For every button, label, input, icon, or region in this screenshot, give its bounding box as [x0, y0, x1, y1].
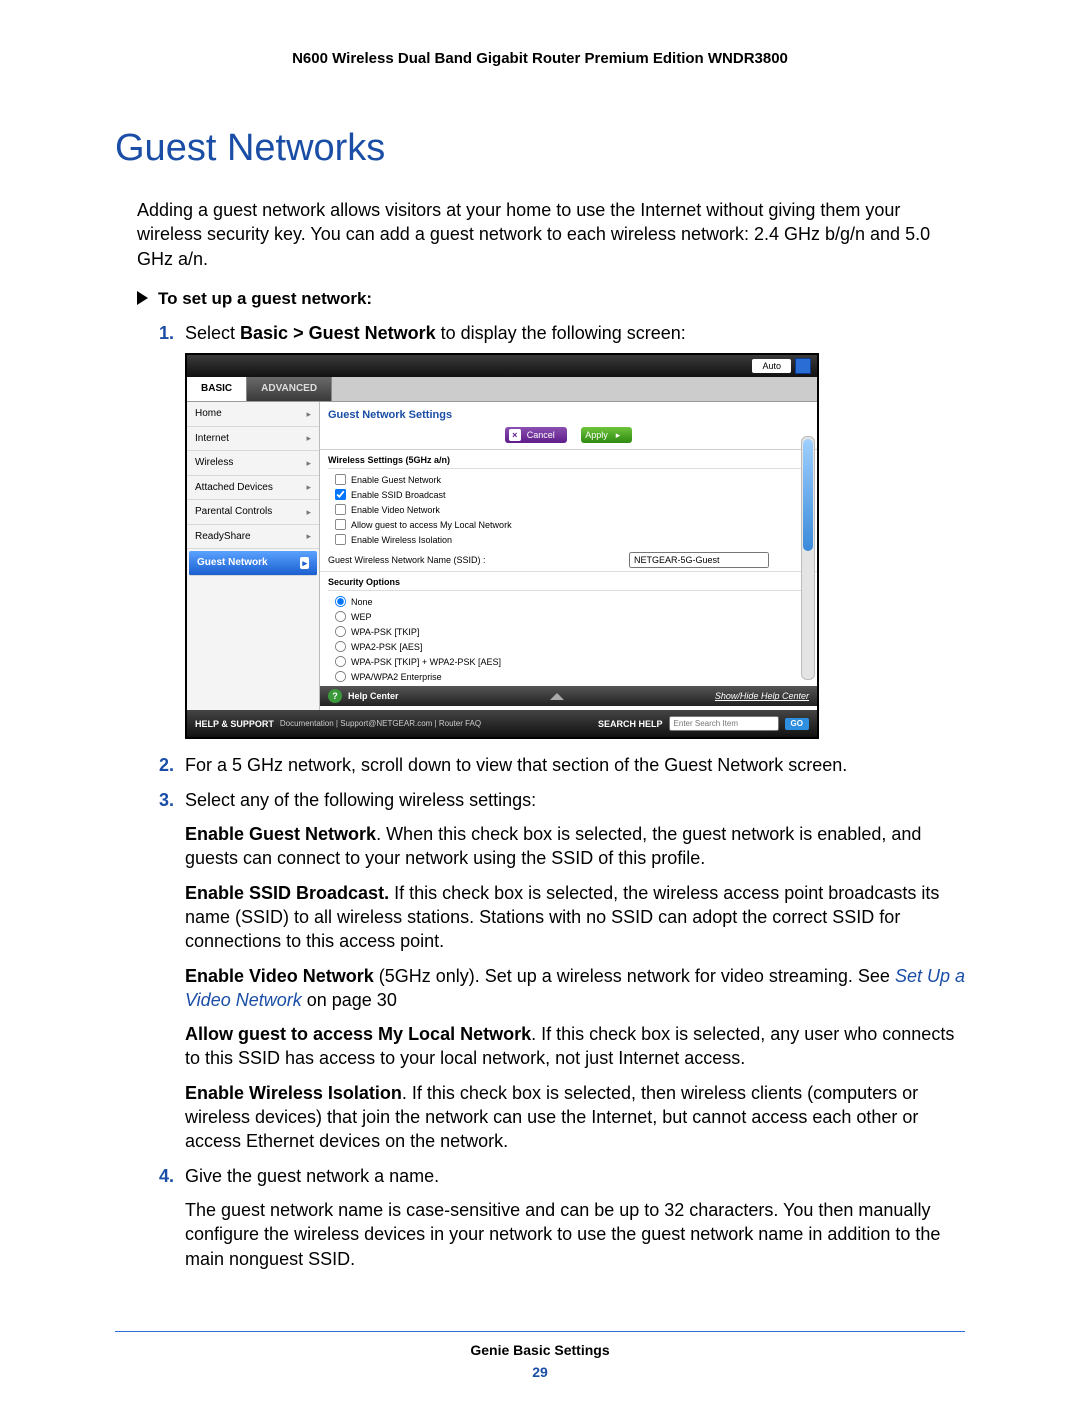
language-select[interactable]: Auto [752, 359, 791, 373]
sidebar-item-wireless[interactable]: Wireless▸ [187, 451, 319, 476]
chevron-right-icon: ▸ [306, 481, 311, 493]
step-1: 1. Select Basic > Guest Network to displ… [159, 321, 965, 740]
close-icon: × [509, 429, 521, 441]
help-support-label: HELP & SUPPORT [195, 718, 274, 730]
step-2: 2.For a 5 GHz network, scroll down to vi… [159, 753, 965, 777]
sidebar-item-attached[interactable]: Attached Devices▸ [187, 476, 319, 501]
chevron-right-icon: ▸ [616, 429, 621, 441]
sidebar-item-readyshare[interactable]: ReadyShare▸ [187, 525, 319, 550]
sidebar-item-guest[interactable]: Guest Network▸ [189, 551, 317, 576]
wireless-settings-header: Wireless Settings (5GHz a/n) [328, 454, 809, 469]
footer-links[interactable]: Documentation | Support@NETGEAR.com | Ro… [280, 719, 481, 730]
search-input[interactable] [669, 716, 779, 731]
cancel-button[interactable]: ×Cancel [505, 427, 567, 443]
router-ui-screenshot: Auto BASIC ADVANCED Home▸ Internet▸ Wire… [185, 353, 819, 739]
ssid-input[interactable] [629, 552, 769, 568]
security-none-radio[interactable] [335, 596, 346, 607]
apply-button[interactable]: Apply▸ [581, 427, 632, 443]
security-wpa2-radio[interactable] [335, 641, 346, 652]
chevron-right-icon: ▸ [306, 457, 311, 469]
footer-section-name: Genie Basic Settings [115, 1342, 965, 1358]
intro-paragraph: Adding a guest network allows visitors a… [137, 198, 965, 271]
step-3: 3.Select any of the following wireless s… [159, 788, 965, 1154]
security-options-header: Security Options [328, 576, 809, 591]
wireless-isolation-checkbox[interactable] [335, 534, 346, 545]
security-wpa-radio[interactable] [335, 626, 346, 637]
chevron-right-icon: ▸ [306, 432, 311, 444]
go-button[interactable]: GO [785, 718, 809, 731]
search-help-label: SEARCH HELP [598, 718, 663, 730]
step-4: 4.Give the guest network a name. The gue… [159, 1164, 965, 1271]
ssid-label: Guest Wireless Network Name (SSID) : [328, 554, 486, 566]
expand-up-icon[interactable] [550, 693, 564, 700]
doc-header: N600 Wireless Dual Band Gigabit Router P… [115, 50, 965, 67]
show-hide-help-link[interactable]: Show/Hide Help Center [715, 690, 809, 702]
security-enterprise-radio[interactable] [335, 671, 346, 682]
footer-rule [115, 1331, 965, 1332]
help-icon: ? [328, 689, 342, 703]
chevron-right-icon: ▸ [306, 530, 311, 542]
chevron-right-icon: ▸ [300, 557, 309, 569]
procedure-heading: To set up a guest network: [137, 289, 965, 309]
sidebar-item-parental[interactable]: Parental Controls▸ [187, 500, 319, 525]
enable-guest-checkbox[interactable] [335, 474, 346, 485]
security-wpawpa2-radio[interactable] [335, 656, 346, 667]
tab-basic[interactable]: BASIC [187, 377, 247, 401]
language-dropdown-icon[interactable] [795, 358, 811, 374]
allow-local-checkbox[interactable] [335, 519, 346, 530]
scrollbar[interactable] [801, 436, 815, 680]
panel-title: Guest Network Settings [320, 402, 817, 425]
sidebar-item-internet[interactable]: Internet▸ [187, 427, 319, 452]
footer-page-number: 29 [115, 1364, 965, 1380]
enable-video-checkbox[interactable] [335, 504, 346, 515]
help-center-label[interactable]: Help Center [348, 691, 399, 701]
enable-ssid-checkbox[interactable] [335, 489, 346, 500]
security-wep-radio[interactable] [335, 611, 346, 622]
sidebar: Home▸ Internet▸ Wireless▸ Attached Devic… [187, 402, 320, 710]
tab-advanced[interactable]: ADVANCED [247, 377, 332, 401]
triangle-bullet-icon [137, 291, 148, 305]
page-title: Guest Networks [115, 127, 965, 170]
chevron-right-icon: ▸ [306, 506, 311, 518]
sidebar-item-home[interactable]: Home▸ [187, 402, 319, 427]
chevron-right-icon: ▸ [306, 408, 311, 420]
